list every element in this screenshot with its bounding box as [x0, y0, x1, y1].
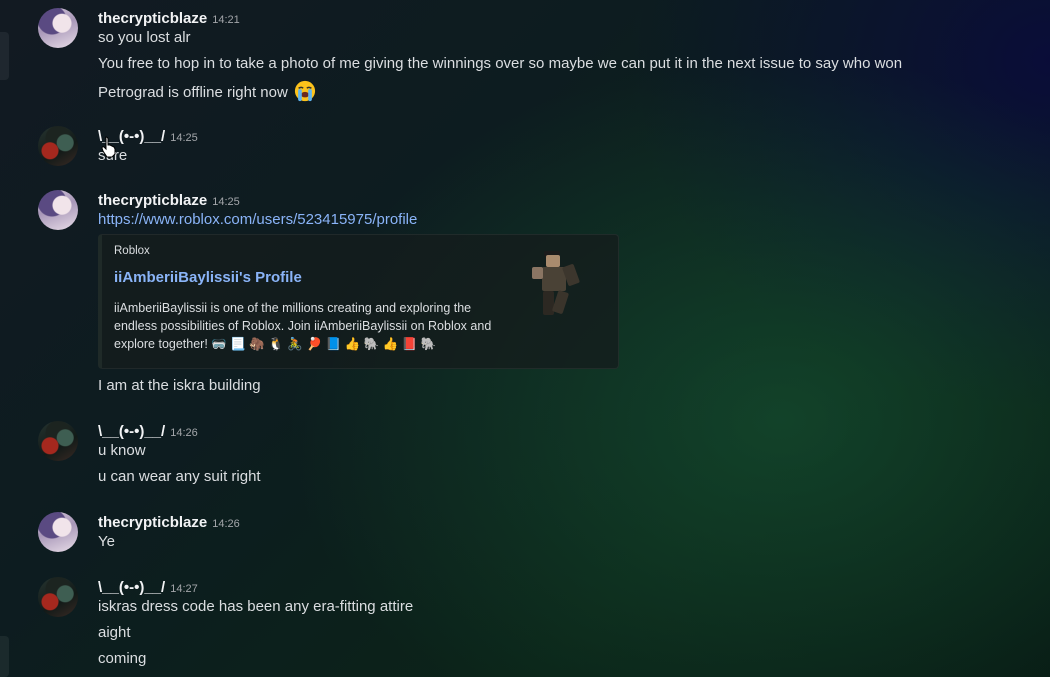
- author-name[interactable]: thecrypticblaze: [98, 10, 207, 27]
- left-panel-edge: [0, 32, 9, 80]
- author-name[interactable]: thecrypticblaze: [98, 514, 207, 531]
- avatar[interactable]: [38, 577, 78, 617]
- author-name[interactable]: thecrypticblaze: [98, 192, 207, 209]
- message-text: u know: [98, 442, 146, 459]
- message-text: u can wear any suit right: [98, 468, 261, 485]
- message-text: so you lost alr: [98, 29, 191, 46]
- roblox-avatar-figure-icon[interactable]: [528, 245, 598, 325]
- message-text: I am at the iskra building: [98, 377, 261, 394]
- left-panel-edge-bottom: [0, 636, 9, 677]
- author-name[interactable]: \__(•-•)__/: [98, 579, 165, 596]
- avatar[interactable]: [38, 126, 78, 166]
- avatar[interactable]: [38, 190, 78, 230]
- profile-link[interactable]: https://www.roblox.com/users/523415975/p…: [98, 210, 417, 230]
- message-text: Petrograd is offline right now: [98, 84, 288, 101]
- message-text: coming: [98, 650, 147, 667]
- message-text: aight: [98, 624, 131, 641]
- message-text: Ye: [98, 533, 115, 550]
- embed-title[interactable]: iiAmberiiBaylissii's Profile: [114, 269, 302, 286]
- embed-provider[interactable]: Roblox: [114, 245, 150, 257]
- message-header: \__(•-•)__/ 14:27: [98, 577, 198, 597]
- avatar[interactable]: [38, 512, 78, 552]
- message-text-with-emoji: Petrograd is offline right now: [98, 80, 316, 103]
- timestamp[interactable]: 14:27: [170, 583, 198, 595]
- timestamp[interactable]: 14:21: [212, 14, 240, 26]
- link-embed-card: Roblox iiAmberiiBaylissii's Profile iiAm…: [98, 234, 619, 369]
- message-text: iskras dress code has been any era-fitti…: [98, 598, 414, 615]
- author-name[interactable]: \__(•-•)__/: [98, 423, 165, 440]
- message-text: You free to hop in to take a photo of me…: [98, 55, 903, 72]
- avatar[interactable]: [38, 421, 78, 461]
- message-header: thecrypticblaze 14:21: [98, 8, 240, 28]
- avatar[interactable]: [38, 8, 78, 48]
- timestamp[interactable]: 14:26: [170, 427, 198, 439]
- hand-pointer-icon: [101, 136, 116, 158]
- message-header: thecrypticblaze 14:25: [98, 190, 240, 210]
- timestamp[interactable]: 14:25: [212, 196, 240, 208]
- embed-description: iiAmberiiBaylissii is one of the million…: [114, 301, 492, 351]
- message-header: thecrypticblaze 14:26: [98, 512, 240, 532]
- loudly-crying-face-icon[interactable]: [294, 80, 316, 102]
- timestamp[interactable]: 14:26: [212, 518, 240, 530]
- timestamp[interactable]: 14:25: [170, 132, 198, 144]
- message-header: \__(•-•)__/ 14:26: [98, 421, 198, 441]
